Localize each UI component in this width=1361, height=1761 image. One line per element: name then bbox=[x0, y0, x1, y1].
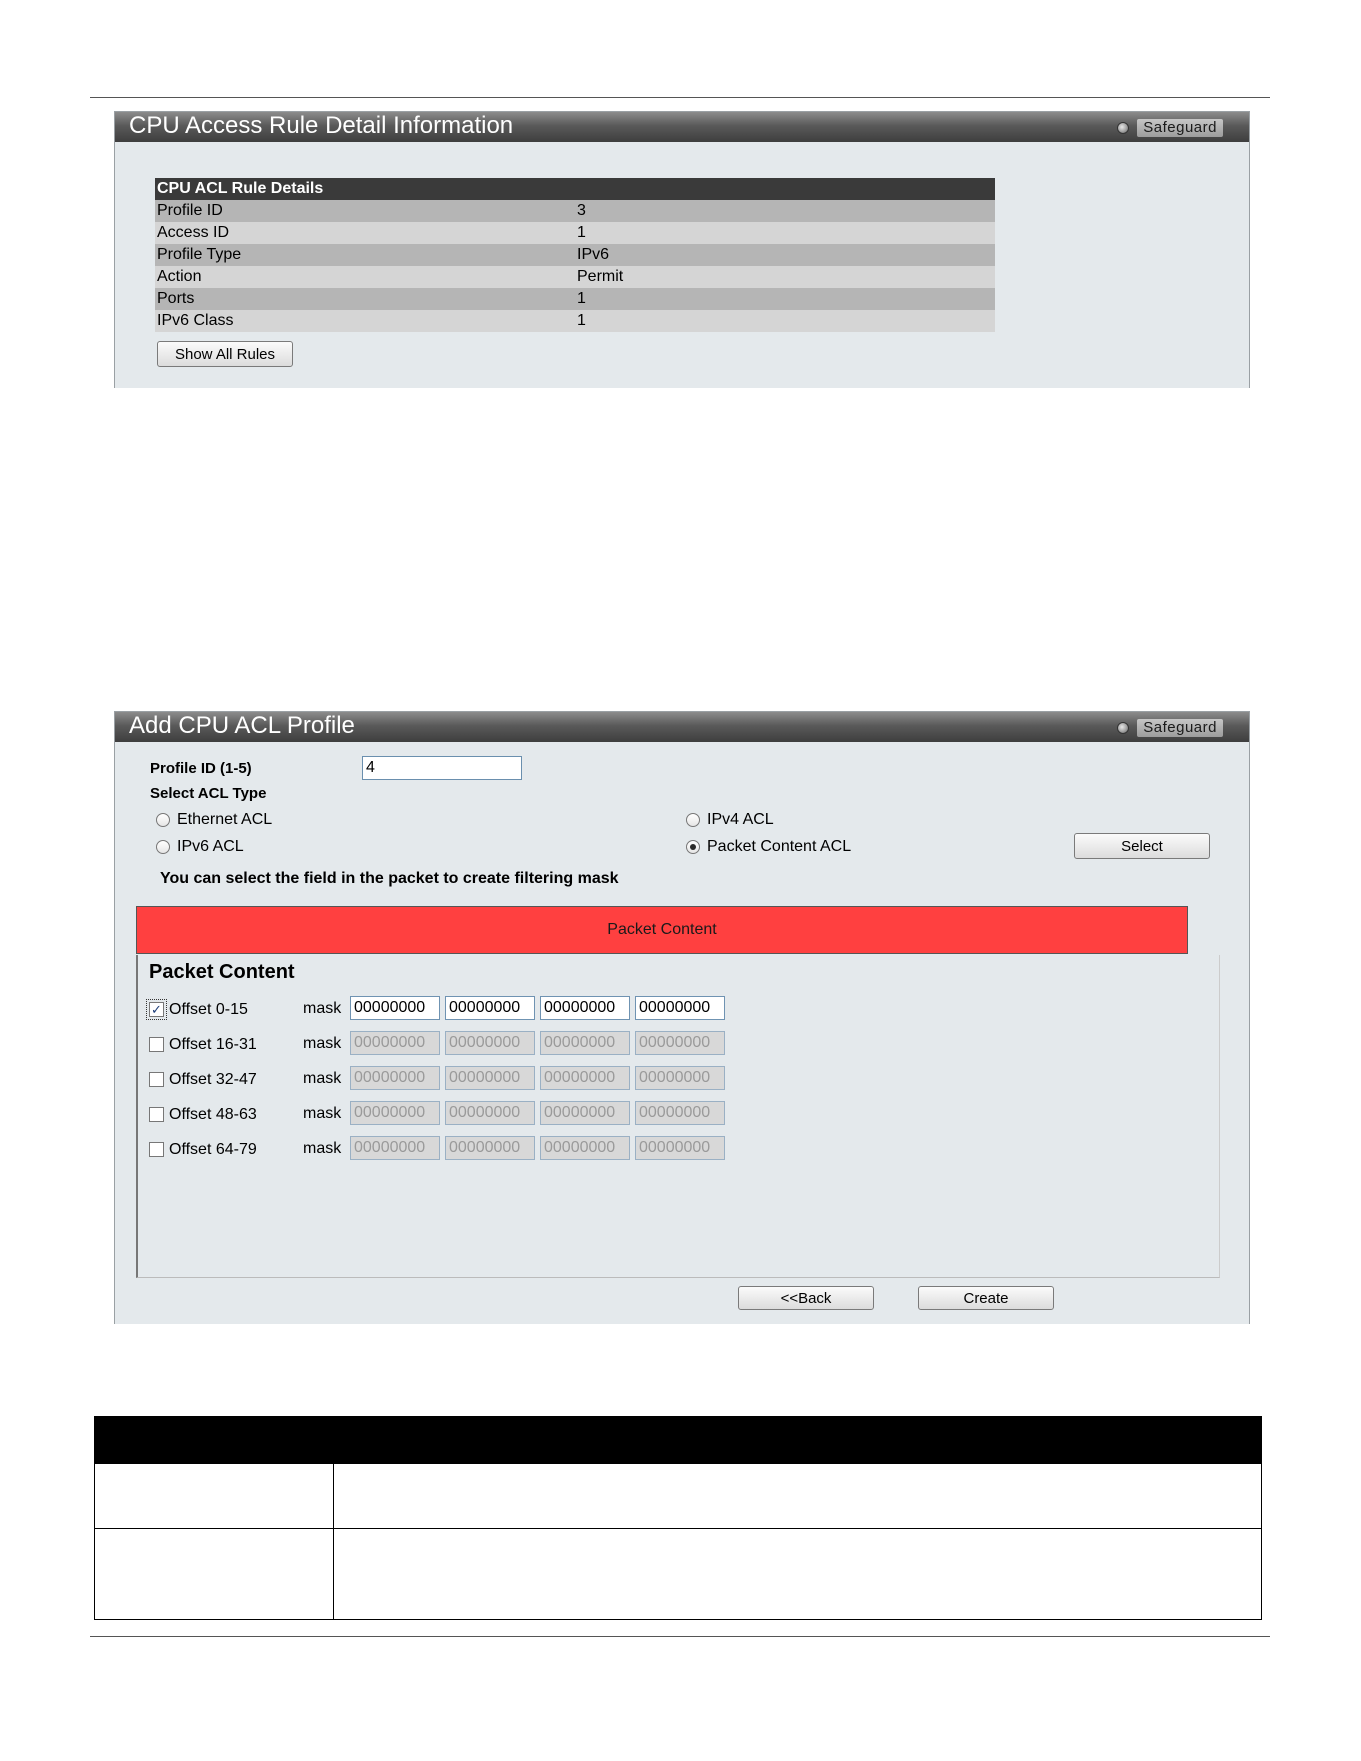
row-value: 1 bbox=[575, 310, 995, 332]
row-label: IPv6 Class bbox=[155, 310, 575, 332]
radio-label-ipv4-acl: IPv4 ACL bbox=[707, 811, 774, 828]
section-title: Packet Content bbox=[149, 961, 295, 983]
radio-ipv4-acl[interactable] bbox=[686, 813, 700, 827]
row-value: IPv6 bbox=[575, 244, 995, 266]
mask-input[interactable] bbox=[445, 1136, 535, 1160]
table-header-row bbox=[94, 1416, 1262, 1464]
table-header-row: CPU ACL Rule Details bbox=[155, 178, 995, 200]
panel-title: CPU Access Rule Detail Information bbox=[129, 112, 514, 139]
table-cell bbox=[333, 1463, 1262, 1529]
select-acl-type-label: Select ACL Type bbox=[150, 785, 267, 802]
safeguard-status-icon bbox=[1117, 722, 1130, 734]
profile-id-label: Profile ID (1-5) bbox=[150, 760, 252, 777]
mask-input[interactable] bbox=[445, 996, 535, 1020]
offset-label: Offset 16-31 bbox=[169, 1036, 257, 1053]
create-button[interactable]: Create bbox=[918, 1286, 1054, 1310]
mask-input[interactable] bbox=[635, 1031, 725, 1055]
profile-id-input[interactable] bbox=[362, 756, 522, 780]
top-rule bbox=[90, 97, 1270, 98]
offset-label: Offset 32-47 bbox=[169, 1071, 257, 1088]
mask-input[interactable] bbox=[445, 1101, 535, 1125]
mask-label: mask bbox=[303, 1140, 342, 1157]
row-value: 1 bbox=[575, 222, 995, 244]
offset-label: Offset 64-79 bbox=[169, 1141, 257, 1158]
mask-input[interactable] bbox=[350, 1066, 440, 1090]
tab-packet-content[interactable]: Packet Content bbox=[136, 906, 1188, 954]
bottom-rule bbox=[90, 1636, 1270, 1637]
table-row: Ports 1 bbox=[155, 288, 995, 310]
offset-label: Offset 0-15 bbox=[169, 1001, 248, 1018]
mask-input[interactable] bbox=[635, 996, 725, 1020]
radio-ethernet-acl[interactable] bbox=[156, 813, 170, 827]
radio-ipv6-acl[interactable] bbox=[156, 840, 170, 854]
mask-input[interactable] bbox=[540, 1101, 630, 1125]
mask-input[interactable] bbox=[540, 996, 630, 1020]
safeguard-label: Safeguard bbox=[1137, 719, 1223, 737]
safeguard-label: Safeguard bbox=[1137, 119, 1223, 137]
table-row bbox=[94, 1528, 1262, 1620]
row-label: Ports bbox=[155, 288, 575, 310]
row-value: 1 bbox=[575, 288, 995, 310]
row-label: Access ID bbox=[155, 222, 575, 244]
mask-label: mask bbox=[303, 1035, 342, 1052]
safeguard-indicator: Safeguard bbox=[1117, 719, 1223, 737]
mask-input[interactable] bbox=[635, 1136, 725, 1160]
mask-input[interactable] bbox=[350, 1031, 440, 1055]
mask-label: mask bbox=[303, 1070, 342, 1087]
header-cell bbox=[333, 1416, 1262, 1464]
row-label: Action bbox=[155, 266, 575, 288]
mask-input[interactable] bbox=[350, 1101, 440, 1125]
panel-title: Add CPU ACL Profile bbox=[129, 712, 355, 739]
offset-32-47-checkbox[interactable] bbox=[149, 1072, 164, 1087]
mask-label: mask bbox=[303, 1000, 342, 1017]
table-row: IPv6 Class 1 bbox=[155, 310, 995, 332]
table-row: Profile Type IPv6 bbox=[155, 244, 995, 266]
offset-label: Offset 48-63 bbox=[169, 1106, 257, 1123]
mask-input[interactable] bbox=[635, 1101, 725, 1125]
rule-details-table: CPU ACL Rule Details Profile ID 3 Access… bbox=[155, 178, 995, 332]
offset-48-63-checkbox[interactable] bbox=[149, 1107, 164, 1122]
mask-input[interactable] bbox=[350, 1136, 440, 1160]
table-row: Access ID 1 bbox=[155, 222, 995, 244]
panel-title-bar: Add CPU ACL Profile Safeguard bbox=[115, 712, 1249, 742]
table-row: Action Permit bbox=[155, 266, 995, 288]
table-cell bbox=[94, 1463, 334, 1529]
panel-title-bar: CPU Access Rule Detail Information Safeg… bbox=[115, 112, 1249, 142]
show-all-rules-button[interactable]: Show All Rules bbox=[157, 341, 293, 367]
mask-input[interactable] bbox=[635, 1066, 725, 1090]
back-button[interactable]: <<Back bbox=[738, 1286, 874, 1310]
mask-input[interactable] bbox=[540, 1031, 630, 1055]
mask-input[interactable] bbox=[350, 996, 440, 1020]
table-cell bbox=[94, 1528, 334, 1620]
safeguard-indicator: Safeguard bbox=[1117, 119, 1223, 137]
mask-label: mask bbox=[303, 1105, 342, 1122]
radio-packet-content-acl[interactable] bbox=[686, 840, 700, 854]
header-cell bbox=[94, 1416, 334, 1464]
mask-input[interactable] bbox=[540, 1066, 630, 1090]
table-header: CPU ACL Rule Details bbox=[155, 178, 995, 200]
mask-input[interactable] bbox=[445, 1031, 535, 1055]
row-value: 3 bbox=[575, 200, 995, 222]
table-row bbox=[94, 1463, 1262, 1529]
mask-input[interactable] bbox=[445, 1066, 535, 1090]
cpu-access-rule-detail-panel: CPU Access Rule Detail Information Safeg… bbox=[114, 111, 1250, 388]
row-label: Profile ID bbox=[155, 200, 575, 222]
radio-label-packet-content-acl: Packet Content ACL bbox=[707, 838, 852, 855]
safeguard-status-icon bbox=[1117, 122, 1130, 134]
filtering-mask-hint: You can select the field in the packet t… bbox=[160, 870, 619, 887]
radio-label-ethernet-acl: Ethernet ACL bbox=[177, 811, 273, 828]
row-value: Permit bbox=[575, 266, 995, 288]
select-button[interactable]: Select bbox=[1074, 833, 1210, 859]
offset-0-15-checkbox[interactable]: ✓ bbox=[146, 999, 167, 1020]
row-label: Profile Type bbox=[155, 244, 575, 266]
offset-16-31-checkbox[interactable] bbox=[149, 1037, 164, 1052]
table-row: Profile ID 3 bbox=[155, 200, 995, 222]
description-table bbox=[94, 1416, 1262, 1620]
table-cell bbox=[333, 1528, 1262, 1620]
mask-input[interactable] bbox=[540, 1136, 630, 1160]
offset-64-79-checkbox[interactable] bbox=[149, 1142, 164, 1157]
radio-label-ipv6-acl: IPv6 ACL bbox=[177, 838, 244, 855]
